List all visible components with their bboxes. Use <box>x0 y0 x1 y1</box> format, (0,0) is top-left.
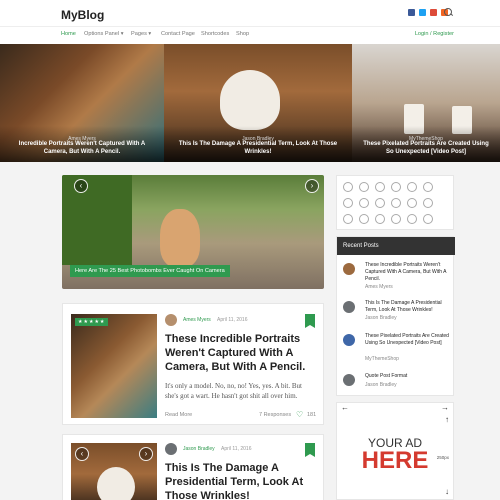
nav-shop[interactable]: Shop <box>236 31 249 37</box>
next-arrow-icon[interactable]: › <box>305 179 319 193</box>
post-date: April 11, 2016 <box>221 446 252 452</box>
site-logo[interactable]: MyBlog <box>61 8 104 22</box>
nav-pages[interactable]: Pages ▾ <box>131 31 151 37</box>
author-avatar[interactable] <box>165 314 177 326</box>
slide-dog[interactable]: Jason Bradley This Is The Damage A Presi… <box>164 44 352 162</box>
read-more-link[interactable]: Read More <box>165 412 192 418</box>
responses-count[interactable]: 7 Responses <box>259 412 291 418</box>
instagram-icon[interactable] <box>359 182 369 192</box>
soundcloud-icon[interactable] <box>375 198 385 208</box>
recent-post-item[interactable]: These Pixelated Portraits Are Created Us… <box>343 333 453 368</box>
post-title[interactable]: This Is The Damage A Presidential Term, … <box>165 461 315 500</box>
rating-stars: ★★★★★ <box>75 318 109 326</box>
dog-image <box>97 467 135 500</box>
nav-options-panel[interactable]: Options Panel ▾ <box>84 31 124 37</box>
featured-caption[interactable]: Here Are The 25 Best Photobombs Ever Cau… <box>70 265 230 277</box>
ad-widget[interactable]: ← → ↑ ↓ YOUR AD HERE 250px <box>336 402 454 500</box>
recent-post-author: Jason Bradley <box>365 315 397 321</box>
nav-shortcodes[interactable]: Shortcodes <box>201 31 229 37</box>
facebook-icon[interactable] <box>343 182 353 192</box>
recent-posts-title: Recent Posts <box>337 237 455 255</box>
google-plus-icon[interactable] <box>430 9 437 16</box>
post-author[interactable]: Jason Bradley <box>183 446 215 452</box>
recent-post-author: MyThemeShop <box>365 356 399 362</box>
nav-contact-page[interactable]: Contact Page <box>161 31 195 37</box>
nav-home[interactable]: Home <box>61 31 76 37</box>
main-nav: Home Options Panel ▾ Pages ▾ Contact Pag… <box>0 26 500 44</box>
post-excerpt: It's only a model. No, no, no! Yes, yes.… <box>165 382 302 400</box>
recent-post-title[interactable]: This Is The Damage A Presidential Term, … <box>365 300 453 314</box>
linkedin-icon[interactable] <box>375 182 385 192</box>
post-card: ★★★★★ Ames Myers April 11, 2016 These In… <box>62 303 324 425</box>
page: MyBlog Home Options Panel ▾ Pages ▾ Cont… <box>0 0 500 500</box>
arrow-down-icon: ↓ <box>445 487 449 496</box>
flickr-icon[interactable] <box>423 214 433 224</box>
ad-size-label: 250px <box>436 455 449 460</box>
grass-image <box>62 175 132 265</box>
dribbble-icon[interactable] <box>423 182 433 192</box>
site-header: MyBlog Home Options Panel ▾ Pages ▾ Cont… <box>0 0 500 44</box>
recent-post-author: Jason Bradley <box>365 382 397 388</box>
dog-image <box>220 70 280 130</box>
stumbleupon-icon[interactable] <box>423 198 433 208</box>
twitter-icon[interactable] <box>359 214 369 224</box>
recent-post-item[interactable]: These Incredible Portraits Weren't Captu… <box>343 262 453 297</box>
recent-post-thumb[interactable] <box>343 301 355 313</box>
ad-text-here: HERE <box>361 447 429 474</box>
recent-post-thumb[interactable] <box>343 334 355 346</box>
behance-icon[interactable] <box>407 182 417 192</box>
slide-pencils[interactable]: Ames Myers Incredible Portraits Weren't … <box>0 44 164 162</box>
post-author[interactable]: Ames Myers <box>183 317 211 323</box>
recent-post-item[interactable]: This Is The Damage A Presidential Term, … <box>343 300 453 329</box>
slide-title[interactable]: This Is The Damage A Presidential Term, … <box>174 140 342 156</box>
author-avatar[interactable] <box>165 443 177 455</box>
recent-post-thumb[interactable] <box>343 374 355 386</box>
login-register-link[interactable]: Login / Register <box>415 31 454 37</box>
rss-icon[interactable] <box>407 198 417 208</box>
likes-count: 181 <box>307 412 317 418</box>
pinterest-icon[interactable] <box>343 198 353 208</box>
bookmark-icon[interactable] <box>305 443 315 457</box>
heart-icon[interactable]: ♡ <box>296 410 303 419</box>
skype-icon[interactable] <box>359 198 369 208</box>
slide-title[interactable]: These Pixelated Portraits Are Created Us… <box>362 140 490 156</box>
post-thumbnail[interactable]: ‹ › <box>71 443 157 500</box>
slide-title[interactable]: Incredible Portraits Weren't Captured Wi… <box>10 140 154 156</box>
recent-post-title[interactable]: These Incredible Portraits Weren't Captu… <box>365 262 453 283</box>
post-thumbnail[interactable]: ★★★★★ <box>71 314 157 418</box>
vimeo-icon[interactable] <box>391 198 401 208</box>
github-icon[interactable] <box>391 214 401 224</box>
top-slider: Ames Myers Incredible Portraits Weren't … <box>0 44 500 162</box>
recent-posts-widget: Recent Posts These Incredible Portraits … <box>336 236 455 396</box>
google-plus-icon[interactable] <box>391 182 401 192</box>
reddit-icon[interactable] <box>407 214 417 224</box>
post-date: April 11, 2016 <box>217 317 248 323</box>
arrow-left-icon: ← <box>341 403 349 412</box>
sidebar-social-widget <box>336 175 454 230</box>
cat-image <box>160 209 200 267</box>
recent-post-item[interactable]: Quote Post Format Jason Bradley <box>343 373 453 394</box>
slide-coffee[interactable]: MyThemeShop These Pixelated Portraits Ar… <box>352 44 500 162</box>
arrow-right-icon: → <box>441 403 449 412</box>
post-card: ‹ › Jason Bradley April 11, 2016 This Is… <box>62 434 324 500</box>
facebook-icon[interactable] <box>408 9 415 16</box>
recent-post-author: Ames Myers <box>365 284 393 290</box>
recent-post-title[interactable]: These Pixelated Portraits Are Created Us… <box>365 333 453 347</box>
arrow-up-icon: ↑ <box>445 415 449 424</box>
post-title[interactable]: These Incredible Portraits Weren't Captu… <box>165 332 315 374</box>
recent-post-title[interactable]: Quote Post Format <box>365 373 453 380</box>
youtube-icon[interactable] <box>343 214 353 224</box>
twitter-icon[interactable] <box>419 9 426 16</box>
prev-arrow-icon[interactable]: ‹ <box>74 179 88 193</box>
search-icon[interactable] <box>444 8 452 16</box>
next-arrow-icon[interactable]: › <box>139 447 153 461</box>
header-social-links <box>408 9 448 16</box>
recent-post-thumb[interactable] <box>343 263 355 275</box>
prev-arrow-icon[interactable]: ‹ <box>75 447 89 461</box>
bookmark-icon[interactable] <box>305 314 315 328</box>
tumblr-icon[interactable] <box>375 214 385 224</box>
